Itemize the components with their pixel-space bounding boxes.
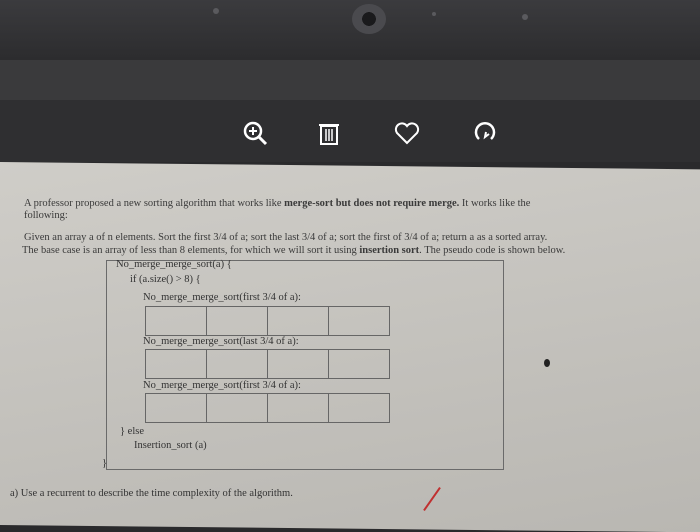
code-call-3: No_merge_merge_sort(first 3/4 of a): (143, 380, 301, 391)
doc-bold: merge-sort but does not require merge. (284, 198, 460, 209)
like-button[interactable] (392, 118, 422, 148)
doc-text: The base case is an array of less than 8… (22, 245, 357, 256)
doc-line-1b: following: (24, 210, 68, 221)
zoom-in-button[interactable] (240, 118, 270, 148)
question-a: a) Use a recurrent to describe the time … (10, 488, 293, 499)
array-diagram (145, 393, 390, 423)
bezel-dot (213, 8, 219, 14)
code-fn: No_merge_merge_sort(a) { (116, 259, 232, 270)
doc-line-3: The base case is an array of less than 8… (22, 245, 565, 257)
doc-line-2: Given an array a of n elements. Sort the… (24, 232, 548, 243)
zoom-in-icon (243, 121, 268, 146)
doc-line-1: A professor proposed a new sorting algor… (24, 198, 530, 210)
ink-dot (544, 359, 550, 367)
array-diagram (145, 306, 390, 336)
doc-text: It works like the (461, 198, 531, 209)
webcam (352, 4, 386, 34)
laptop-bezel (0, 0, 700, 60)
image-viewer-toolbar (0, 100, 700, 162)
doc-bold: insertion sort (359, 245, 420, 256)
code-if: if (a.size() > 8) { (130, 274, 201, 285)
rotate-icon (474, 122, 496, 140)
code-close: } (102, 458, 108, 469)
code-call-2: No_merge_merge_sort(last 3/4 of a): (143, 336, 299, 347)
rotate-button[interactable] (470, 118, 500, 148)
doc-text: . The pseudo code is shown below. (419, 245, 566, 256)
trash-icon (319, 124, 339, 145)
code-insertion: Insertion_sort (a) (134, 440, 207, 451)
code-else: } else (120, 426, 144, 437)
bezel-dot (432, 12, 436, 16)
heart-icon (394, 122, 420, 145)
delete-button[interactable] (314, 118, 344, 148)
array-diagram (145, 349, 390, 379)
bezel-dot (522, 14, 528, 20)
doc-text: A professor proposed a new sorting algor… (24, 198, 282, 209)
code-call-1: No_merge_merge_sort(first 3/4 of a): (143, 292, 301, 303)
